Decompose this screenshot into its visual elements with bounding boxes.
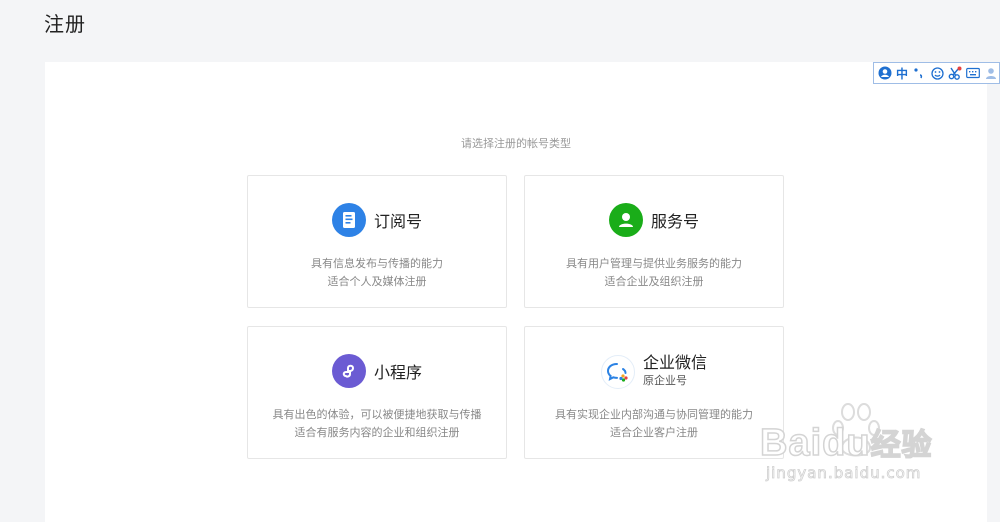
card-header: 企业微信 原企业号 <box>525 354 783 390</box>
card-service-account[interactable]: 服务号 具有用户管理与提供业务服务的能力 适合企业及组织注册 <box>524 175 784 308</box>
ime-emoji-icon[interactable] <box>930 66 944 80</box>
card-header: 订阅号 <box>248 203 506 237</box>
card-desc-line2: 适合企业及组织注册 <box>604 275 704 288</box>
account-type-prompt: 请选择注册的帐号类型 <box>461 137 571 150</box>
card-desc-line2: 适合个人及媒体注册 <box>327 275 427 288</box>
ime-punctuation-icon[interactable] <box>912 66 926 80</box>
card-title: 服务号 <box>650 212 699 231</box>
ime-logo-icon[interactable] <box>878 66 892 80</box>
card-mini-program[interactable]: 小程序 具有出色的体验，可以被便捷地获取与传播 适合有服务内容的企业和组织注册 <box>247 326 507 459</box>
account-type-panel: 请选择注册的帐号类型 订阅号 具有信息发布与传播的能力 适合个人及媒体注册 服务… <box>45 62 987 522</box>
card-desc-line1: 具有信息发布与传播的能力 <box>311 257 443 270</box>
card-title: 企业微信 <box>642 353 707 372</box>
ime-toolbar: 中 <box>873 62 1000 84</box>
card-desc-line2: 适合有服务内容的企业和组织注册 <box>294 426 460 439</box>
ime-keyboard-icon[interactable] <box>966 66 980 80</box>
card-description: 具有信息发布与传播的能力 适合个人及媒体注册 <box>248 255 506 291</box>
card-desc-line2: 适合企业客户注册 <box>610 426 698 439</box>
card-header: 小程序 <box>248 354 506 388</box>
page-title: 注册 <box>44 12 86 36</box>
card-subscription-account[interactable]: 订阅号 具有信息发布与传播的能力 适合个人及媒体注册 <box>247 175 507 308</box>
document-icon <box>331 203 366 237</box>
card-description: 具有实现企业内部沟通与协同管理的能力 适合企业客户注册 <box>525 406 783 442</box>
card-desc-line1: 具有实现企业内部沟通与协同管理的能力 <box>555 408 753 421</box>
card-desc-line1: 具有出色的体验，可以被便捷地获取与传播 <box>272 408 482 421</box>
card-title: 小程序 <box>373 363 422 382</box>
card-work-wechat[interactable]: 企业微信 原企业号 具有实现企业内部沟通与协同管理的能力 适合企业客户注册 <box>524 326 784 459</box>
ime-user-icon[interactable] <box>984 66 998 80</box>
ime-language-toggle[interactable]: 中 <box>896 65 908 82</box>
card-description: 具有出色的体验，可以被便捷地获取与传播 适合有服务内容的企业和组织注册 <box>248 406 506 442</box>
card-description: 具有用户管理与提供业务服务的能力 适合企业及组织注册 <box>525 255 783 291</box>
card-title: 订阅号 <box>373 212 422 231</box>
ime-scissors-icon[interactable] <box>948 66 962 80</box>
card-subtitle: 原企业号 <box>642 374 687 387</box>
card-title-block: 企业微信 原企业号 <box>643 354 707 390</box>
work-wechat-icon <box>600 355 635 389</box>
card-desc-line1: 具有用户管理与提供业务服务的能力 <box>566 257 742 270</box>
mini-program-icon <box>331 354 366 388</box>
user-icon <box>608 203 643 237</box>
card-header: 服务号 <box>525 203 783 237</box>
